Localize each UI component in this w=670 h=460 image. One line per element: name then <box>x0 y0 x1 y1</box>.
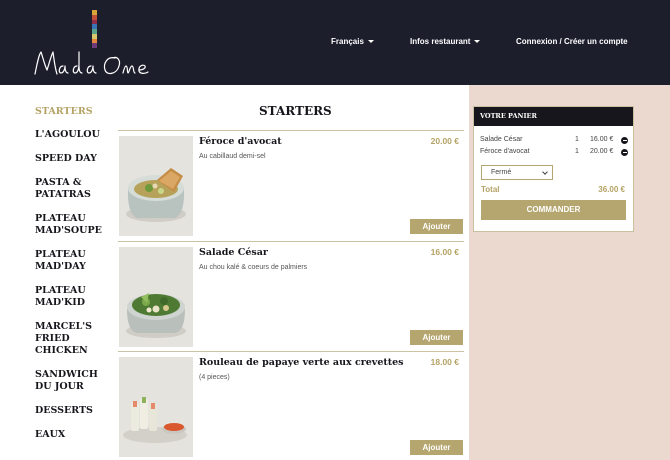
cart-title: VOTRE PANIER <box>474 107 633 126</box>
product-card: Rouleau de papaye verte aux crevettes (4… <box>118 351 464 460</box>
sidebar-item-pasta-patatras[interactable]: PASTA & PATATRAS <box>35 177 115 201</box>
sidebar-item-eaux[interactable]: EAUX <box>35 429 115 441</box>
order-button[interactable]: COMMANDER <box>481 200 626 220</box>
sidebar-item-desserts[interactable]: DESSERTS <box>35 405 115 417</box>
product-description: Au chou kalé & coeurs de palmiers <box>199 264 308 271</box>
language-menu[interactable]: Français <box>331 37 374 46</box>
cart-item-name: Salade César <box>480 136 523 143</box>
add-to-cart-button[interactable]: Ajouter <box>410 330 463 345</box>
product-name[interactable]: Rouleau de papaye verte aux crevettes <box>199 357 404 368</box>
product-name[interactable]: Salade César <box>199 247 268 258</box>
logo-color-bar <box>92 10 97 48</box>
chevron-down-icon <box>474 40 481 43</box>
cart-item-qty: 1 <box>575 136 579 143</box>
section-title: STARTERS <box>259 104 332 118</box>
add-to-cart-button[interactable]: Ajouter <box>410 219 463 234</box>
add-to-cart-button[interactable]: Ajouter <box>410 440 463 455</box>
product-image <box>119 136 193 236</box>
cart-item-price: 20.00 € <box>590 148 614 155</box>
language-menu-label: Français <box>331 37 364 46</box>
sidebar-item-sandwich-du-jour[interactable]: SANDWICH DU JOUR <box>35 369 115 393</box>
product-card: Salade César Au chou kalé & coeurs de pa… <box>118 241 464 351</box>
cart-item-name: Féroce d'avocat <box>480 148 530 155</box>
product-price: 16.00 € <box>430 247 459 257</box>
sidebar-item-marcels-fried-chicken[interactable]: MARCEL'S FRIED CHICKEN <box>35 321 115 357</box>
product-image <box>119 357 193 457</box>
login-link[interactable]: Connexion / Créer un compte <box>516 37 628 46</box>
pickup-status-value: Fermé <box>491 169 512 176</box>
product-description: Au cabillaud demi-sel <box>199 153 266 160</box>
product-card: Féroce d'avocat Au cabillaud demi-sel 20… <box>118 130 464 240</box>
site-header: Français Infos restaurant Connexion / Cr… <box>0 0 670 85</box>
cart-item: Salade César 1 16.00 € <box>480 136 630 146</box>
sidebar-item-plateau-mad-soupe[interactable]: PLATEAU MAD'SOUPE <box>35 213 115 237</box>
category-sidebar: STARTERS L'AGOULOU SPEED DAY PASTA & PAT… <box>0 85 118 460</box>
pickup-status-select[interactable]: Fermé <box>481 165 553 180</box>
product-image <box>119 247 193 347</box>
chevron-down-icon <box>367 40 374 43</box>
cart-total-value: 36.00 € <box>598 185 625 194</box>
remove-icon[interactable] <box>621 137 628 144</box>
product-description: (4 pieces) <box>199 374 230 381</box>
sidebar-item-plateau-mad-kid[interactable]: PLATEAU MAD'KID <box>35 285 115 309</box>
cart-item-price: 16.00 € <box>590 136 614 143</box>
infos-menu-label: Infos restaurant <box>410 37 471 46</box>
product-price: 20.00 € <box>430 136 459 146</box>
cart-item-qty: 1 <box>575 148 579 155</box>
sidebar-item-speed-day[interactable]: SPEED DAY <box>35 153 115 165</box>
cart-total-label: Total <box>481 185 500 194</box>
cart-box: VOTRE PANIER Salade César 1 16.00 € Féro… <box>473 106 634 232</box>
product-price: 18.00 € <box>430 357 459 367</box>
sidebar-item-starters[interactable]: STARTERS <box>35 106 115 118</box>
remove-icon[interactable] <box>621 149 628 156</box>
cart-item: Féroce d'avocat 1 20.00 € <box>480 148 630 158</box>
sidebar-item-agoulou[interactable]: L'AGOULOU <box>35 129 115 141</box>
infos-restaurant-menu[interactable]: Infos restaurant <box>410 37 481 46</box>
sidebar-item-plateau-mad-day[interactable]: PLATEAU MAD'DAY <box>35 249 115 273</box>
mada-one-logo[interactable] <box>33 46 153 80</box>
chevron-down-icon <box>542 169 548 175</box>
product-name[interactable]: Féroce d'avocat <box>199 136 282 147</box>
